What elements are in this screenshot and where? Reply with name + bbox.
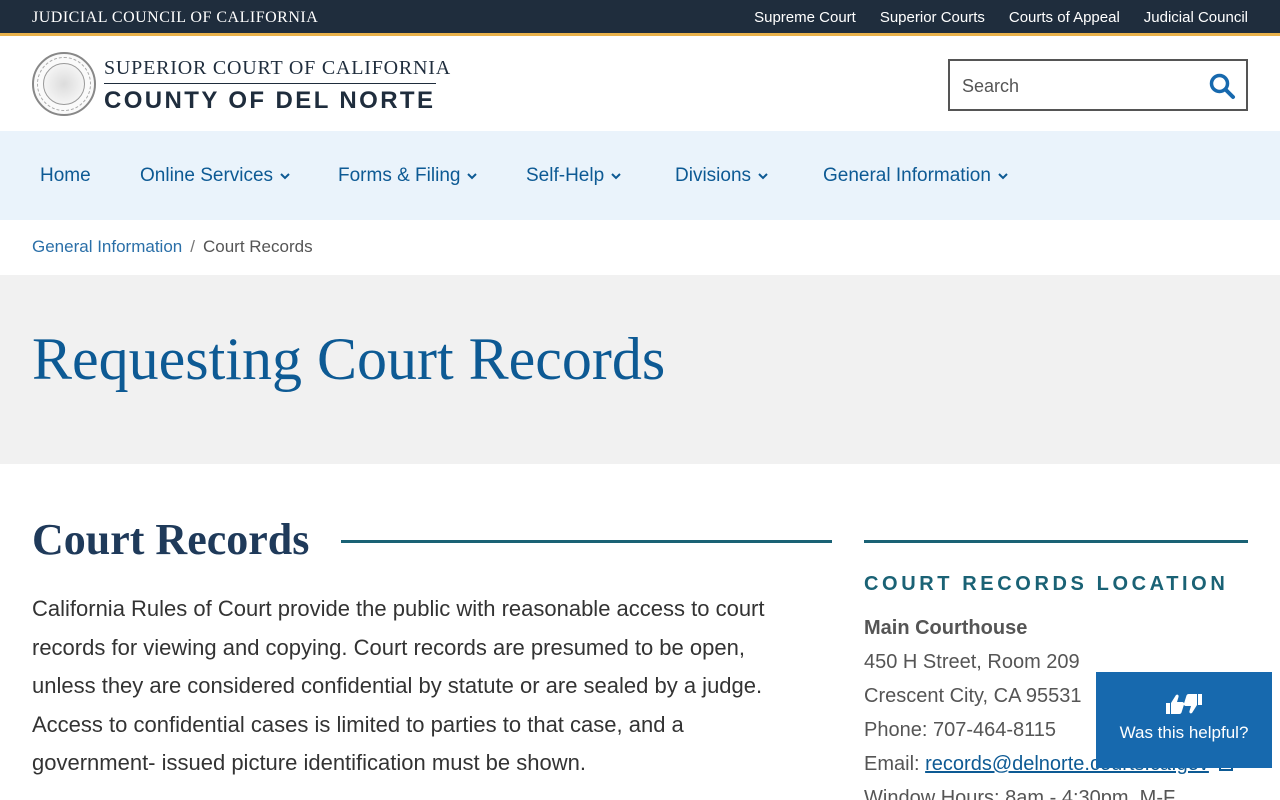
section-divider [341,540,832,543]
body-line: Access to confidential cases is limited … [32,711,684,737]
body-line: unless they are considered confidential … [32,673,763,698]
chevron-down-icon [467,173,478,180]
breadcrumb-separator: / [190,237,195,256]
chevron-down-icon [758,173,768,180]
breadcrumb-current: Court Records [202,237,313,256]
nav-home-label: Home [40,165,91,186]
nav-general-information[interactable]: General Information [823,165,1009,187]
link-supreme-court[interactable]: Supreme Court [754,9,856,26]
nav-home[interactable]: Home [40,165,91,187]
page-title: Requesting Court Records [32,326,666,392]
site-title-line2[interactable]: COUNTY OF DEL NORTE [104,87,435,115]
body-line: government- issued picture identificatio… [32,750,586,775]
breadcrumb: General Information / Court Records [32,237,313,257]
court-seal-logo[interactable] [32,52,96,116]
chevron-down-icon [280,173,290,180]
search-icon[interactable] [1208,72,1236,100]
page-hero: Requesting Court Records [0,275,1280,464]
location-address-line2: Crescent City, CA 95531 [864,685,1082,707]
link-courts-of-appeal[interactable]: Courts of Appeal [1009,9,1120,26]
sidebar-divider [864,540,1248,543]
email-label: Email: [864,753,926,775]
was-this-helpful-button[interactable]: Was this helpful? [1096,672,1272,768]
nav-self-help[interactable]: Self-Help [526,165,622,187]
body-line: California Rules of Court provide the pu… [32,596,765,621]
window-hours: Window Hours: 8am - 4:30pm, M-F [864,787,1176,800]
location-phone: Phone: 707-464-8115 [864,719,1057,741]
search-input[interactable] [962,73,1202,99]
chevron-down-icon [998,173,1008,180]
site-title-divider [104,83,436,84]
body-line: records for viewing and copying. Court r… [32,634,745,660]
seal-center [43,63,85,105]
utility-links: Supreme Court Superior Courts Courts of … [754,9,1248,26]
site-title-line1[interactable]: SUPERIOR COURT OF CALIFORNIA [104,57,451,80]
link-superior-courts[interactable]: Superior Courts [880,9,985,26]
nav-general-information-label: General Information [823,165,991,186]
nav-forms-filing[interactable]: Forms & Filing [338,165,478,187]
thumbs-up-down-icon [1166,694,1202,714]
search-box [948,59,1248,111]
main-navigation: Home Online Services Forms & Filing Self… [0,131,1280,220]
sidebar-heading: COURT RECORDS LOCATION [864,573,1229,595]
breadcrumb-general-information[interactable]: General Information [32,237,182,256]
section-title: Court Records [32,515,310,564]
nav-divisions-label: Divisions [675,165,752,186]
nav-online-services-label: Online Services [140,165,274,186]
was-this-helpful-label: Was this helpful? [1119,723,1249,742]
link-judicial-council[interactable]: Judicial Council [1144,9,1248,26]
nav-forms-filing-label: Forms & Filing [338,165,461,186]
judicial-council-brand[interactable]: JUDICIAL COUNCIL OF CALIFORNIA [32,9,318,27]
location-name: Main Courthouse [864,617,1028,639]
nav-divisions[interactable]: Divisions [675,165,769,187]
location-address-line1: 450 H Street, Room 209 [864,651,1080,673]
nav-self-help-label: Self-Help [526,165,605,186]
section-body: California Rules of Court provide the pu… [32,590,822,783]
top-utility-bar: JUDICIAL COUNCIL OF CALIFORNIA Supreme C… [0,0,1280,36]
chevron-down-icon [611,173,621,180]
nav-online-services[interactable]: Online Services [140,165,291,187]
